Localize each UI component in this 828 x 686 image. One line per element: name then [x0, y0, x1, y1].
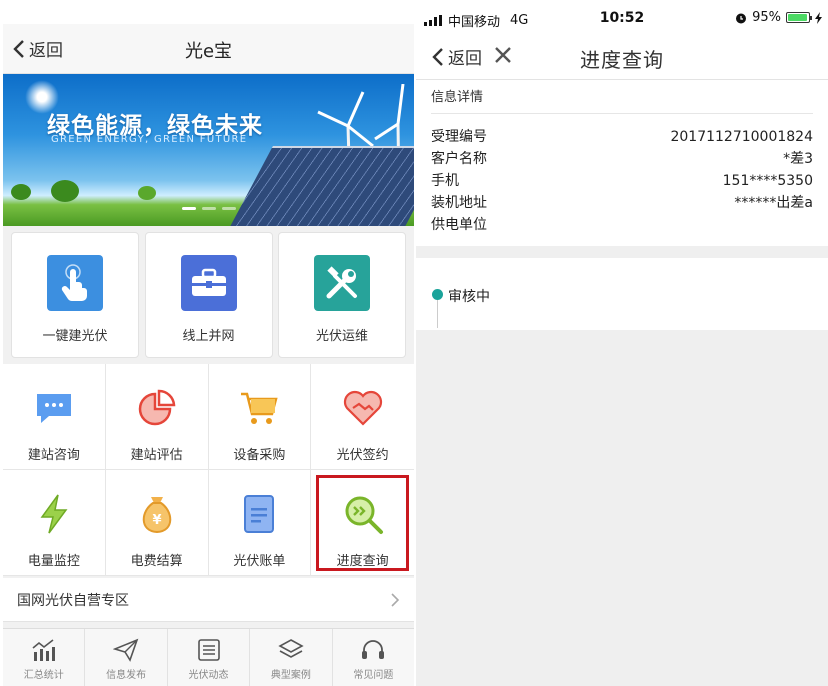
bottom-tab-bar: 汇总统计 信息发布 光伏动态 典型案例 常见问题	[3, 628, 414, 686]
hand-pointer-icon	[47, 255, 103, 311]
row-label: 受理编号	[431, 129, 487, 145]
battery-icon	[786, 12, 812, 23]
status-right: 95%	[735, 10, 822, 25]
right-nav-bar: 返回 进度查询	[416, 36, 828, 80]
tree-graphic	[51, 180, 79, 202]
alarm-icon	[736, 13, 747, 23]
tools-icon	[314, 255, 370, 311]
list-icon	[197, 637, 221, 663]
grid-label: 进度查询	[336, 554, 389, 569]
grid-label: 电费结算	[130, 554, 183, 569]
battery-fill	[788, 14, 807, 21]
grid-label: 电量监控	[27, 554, 80, 569]
handshake-icon	[341, 386, 385, 430]
tab-faq[interactable]: 常见问题	[333, 629, 414, 686]
paper-plane-icon	[113, 637, 139, 663]
info-details-panel: 信息详情 受理编号 2017112710001824 客户名称 *差3 手机 1…	[416, 80, 828, 246]
timeline-dot	[432, 289, 443, 300]
grid-item-progress-query[interactable]: 进度查询	[311, 470, 414, 576]
money-bag-icon: ¥	[135, 492, 179, 536]
row-value: 151****5350	[722, 173, 813, 189]
tree-graphic	[11, 184, 31, 200]
tab-label: 典型案例	[270, 670, 311, 681]
grid-label: 设备采购	[233, 448, 286, 463]
timeline-status: 审核中	[448, 289, 490, 305]
grid-label: 建站评估	[130, 448, 183, 463]
self-operated-zone-row[interactable]: 国网光伏自营专区	[3, 578, 414, 622]
tab-label: 信息发布	[106, 670, 147, 681]
tile-label: 光伏运维	[315, 329, 368, 344]
status-bar: 中国移动 4G 10:52 95%	[416, 0, 828, 36]
banner-subtitle: GREEN ENERGY, GREEN FUTURE	[51, 134, 248, 145]
left-screen: 返回 光e宝 绿色能源，绿色未来 GREEN ENERGY, GREEN FUT…	[3, 24, 414, 686]
tile-online-grid[interactable]: 线上并网	[144, 232, 273, 358]
row-label: 手机	[431, 173, 459, 189]
chat-bubble-icon	[32, 386, 76, 430]
detail-row-application-no: 受理编号 2017112710001824	[431, 126, 813, 148]
right-screen: 中国移动 4G 10:52 95% 返回 进度查询 信息详情 受理编号 2017…	[416, 0, 828, 686]
tile-build-pv[interactable]: 一键建光伏	[11, 232, 139, 358]
grid-item-monitor[interactable]: 电量监控	[3, 470, 106, 576]
tab-typical-cases[interactable]: 典型案例	[250, 629, 333, 686]
carousel-dot[interactable]	[221, 207, 236, 210]
tab-summary-stats[interactable]: 汇总统计	[3, 629, 86, 686]
grid-item-evaluate[interactable]: 建站评估	[105, 364, 209, 470]
tile-label: 一键建光伏	[42, 329, 108, 344]
bill-icon	[237, 492, 281, 536]
row-value: 2017112710001824	[670, 129, 813, 145]
headset-icon	[360, 637, 386, 663]
detail-row-customer-name: 客户名称 *差3	[431, 148, 813, 170]
layers-icon	[278, 637, 304, 663]
carousel-dot[interactable]	[181, 207, 196, 210]
page-title: 光e宝	[184, 41, 233, 62]
tab-label: 光伏动态	[188, 670, 229, 681]
progress-timeline: 审核中	[416, 258, 828, 330]
row-label: 装机地址	[431, 195, 487, 211]
page-title: 进度查询	[580, 48, 664, 72]
main-service-tiles: 一键建光伏 线上并网 光伏运维	[3, 226, 414, 362]
cart-icon	[237, 386, 281, 430]
grid-item-consult[interactable]: 建站咨询	[3, 364, 106, 470]
toolbox-icon	[180, 255, 237, 311]
grid-label: 建站咨询	[27, 448, 80, 463]
svg-text:¥: ¥	[152, 513, 161, 528]
row-label: 客户名称	[431, 151, 487, 167]
row-value: ******出差a	[734, 195, 813, 211]
grid-item-purchase[interactable]: 设备采购	[208, 364, 312, 470]
chevron-right-icon	[391, 592, 400, 607]
tab-pv-news[interactable]: 光伏动态	[168, 629, 251, 686]
service-grid: 建站咨询 建站评估 设备采购 光伏签约 电量监控 ¥ 电费结算 光伏账单 进度查…	[3, 364, 414, 576]
tab-label: 常见问题	[353, 670, 394, 681]
tree-graphic	[138, 186, 156, 200]
grid-item-settlement[interactable]: ¥ 电费结算	[105, 470, 209, 576]
stats-icon	[31, 637, 57, 663]
lightning-icon	[32, 492, 76, 536]
solar-panel-graphic	[225, 146, 414, 226]
detail-row-power-supply-unit: 供电单位	[431, 214, 813, 236]
charging-bolt-icon	[815, 11, 822, 24]
grid-label: 光伏账单	[233, 554, 286, 569]
tile-label: 线上并网	[182, 329, 235, 344]
row-value: *差3	[783, 151, 813, 167]
row-label: 供电单位	[431, 217, 487, 233]
tab-info-publish[interactable]: 信息发布	[85, 629, 168, 686]
progress-search-icon	[341, 492, 385, 536]
promo-banner[interactable]: 绿色能源，绿色未来 GREEN ENERGY, GREEN FUTURE	[3, 74, 414, 226]
carousel-dot[interactable]	[201, 207, 216, 210]
tile-pv-maintenance[interactable]: 光伏运维	[278, 232, 406, 358]
grid-item-sign[interactable]: 光伏签约	[311, 364, 414, 470]
zone-label: 国网光伏自营专区	[17, 592, 129, 609]
battery-percent: 95%	[752, 10, 781, 25]
timeline-line	[437, 300, 438, 328]
detail-row-phone: 手机 151****5350	[431, 170, 813, 192]
grid-label: 光伏签约	[336, 448, 389, 463]
tab-label: 汇总统计	[23, 670, 64, 681]
grid-item-bill[interactable]: 光伏账单	[208, 470, 312, 576]
detail-row-install-address: 装机地址 ******出差a	[431, 192, 813, 214]
left-nav-bar: 返回 光e宝	[3, 24, 414, 74]
detail-rows: 受理编号 2017112710001824 客户名称 *差3 手机 151***…	[431, 114, 813, 236]
carousel-dots	[181, 207, 236, 210]
pie-chart-icon	[135, 386, 179, 430]
section-title: 信息详情	[431, 80, 813, 114]
